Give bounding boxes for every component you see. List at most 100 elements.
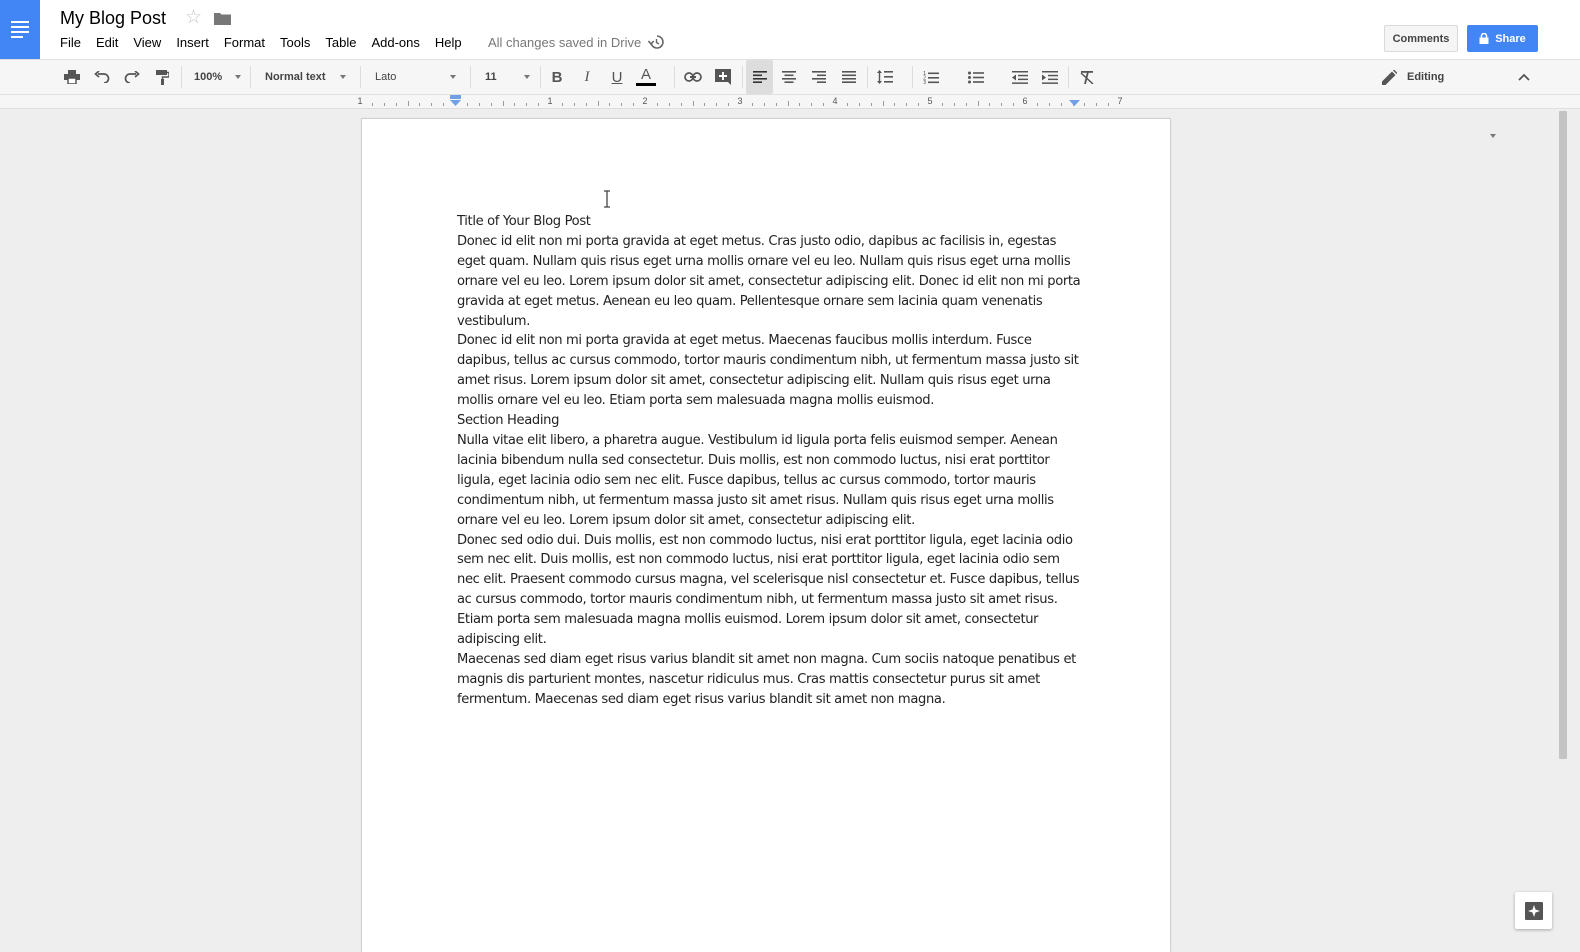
- docs-logo-icon[interactable]: [0, 0, 40, 59]
- paragraph[interactable]: Donec sed odio dui. Duis mollis, est non…: [457, 531, 1082, 650]
- document-body[interactable]: Title of Your Blog Post Donec id elit no…: [457, 212, 1082, 710]
- undo-icon[interactable]: [90, 60, 114, 94]
- explore-button[interactable]: [1515, 892, 1552, 929]
- bulleted-list-icon[interactable]: [964, 60, 988, 94]
- editing-mode-select[interactable]: Editing: [1378, 60, 1498, 94]
- print-icon[interactable]: [60, 60, 84, 94]
- ruler-tick: [656, 103, 658, 106]
- ruler-label: 4: [832, 96, 838, 106]
- underline-icon[interactable]: U: [606, 60, 628, 94]
- align-center-icon[interactable]: [777, 60, 801, 94]
- menu-insert[interactable]: Insert: [176, 34, 209, 52]
- folder-icon[interactable]: [214, 12, 231, 25]
- menu-format[interactable]: Format: [224, 34, 265, 52]
- right-indent-marker[interactable]: [1069, 100, 1080, 107]
- menu-view[interactable]: View: [133, 34, 161, 52]
- font-value: Lato: [375, 71, 397, 83]
- paragraph[interactable]: Donec id elit non mi porta gravida at eg…: [457, 331, 1082, 411]
- ruler-tick: [668, 103, 670, 106]
- line-spacing-icon[interactable]: [874, 60, 896, 94]
- decrease-indent-icon[interactable]: [1008, 60, 1032, 94]
- save-status[interactable]: All changes saved in Drive: [488, 35, 641, 51]
- paint-format-icon[interactable]: [150, 60, 174, 94]
- ruler-track[interactable]: 1 1 2 3 4 5 6 7: [357, 95, 1170, 109]
- ruler-label: 5: [927, 96, 933, 106]
- paragraph[interactable]: Nulla vitae elit libero, a pharetra augu…: [457, 431, 1082, 531]
- text-color-icon[interactable]: A: [633, 60, 659, 94]
- ruler-tick: [419, 103, 421, 106]
- ruler-tick: [585, 103, 587, 106]
- document-page[interactable]: Title of Your Blog Post Donec id elit no…: [361, 118, 1171, 952]
- left-indent-marker[interactable]: [450, 95, 461, 107]
- menu-table[interactable]: Table: [325, 34, 356, 52]
- share-button[interactable]: Share: [1467, 25, 1538, 52]
- ruler-tick: [383, 103, 385, 106]
- scrollbar-thumb[interactable]: [1559, 111, 1567, 759]
- ruler-tick: [573, 103, 575, 106]
- ruler-tick: [953, 103, 955, 106]
- ruler: 1 1 2 3 4 5 6 7: [0, 95, 1580, 109]
- star-icon[interactable]: ☆: [185, 7, 202, 29]
- pencil-icon: [1382, 69, 1397, 85]
- collapse-icon[interactable]: [1513, 60, 1535, 94]
- menu-edit[interactable]: Edit: [96, 34, 118, 52]
- font-select[interactable]: Lato: [375, 60, 460, 94]
- ruler-tick: [704, 103, 706, 106]
- lock-icon: [1479, 33, 1489, 44]
- ruler-tick: [716, 103, 718, 106]
- ruler-tick: [561, 103, 563, 106]
- comments-button[interactable]: Comments: [1384, 25, 1458, 52]
- bold-icon[interactable]: B: [546, 60, 568, 94]
- ruler-tick: [1036, 103, 1038, 106]
- ruler-label: 6: [1022, 96, 1028, 106]
- align-justify-icon[interactable]: [837, 60, 861, 94]
- ruler-tick: [989, 103, 991, 106]
- ruler-tick: [870, 103, 872, 106]
- ruler-tick: [395, 103, 397, 106]
- ruler-tick: [633, 103, 635, 106]
- ruler-tick: [918, 103, 920, 106]
- ruler-tick: [823, 103, 825, 106]
- ruler-tick: [538, 103, 540, 106]
- ruler-tick: [799, 103, 801, 106]
- history-icon[interactable]: [648, 34, 664, 50]
- menu-help[interactable]: Help: [435, 34, 462, 52]
- insert-comment-icon[interactable]: [711, 60, 735, 94]
- ruler-tick: [858, 103, 860, 106]
- menu-tools[interactable]: Tools: [280, 34, 310, 52]
- ruler-label: 1: [547, 96, 553, 106]
- align-right-icon[interactable]: [807, 60, 831, 94]
- align-left-icon[interactable]: [746, 60, 773, 94]
- section-heading[interactable]: Section Heading: [457, 411, 1082, 431]
- style-select[interactable]: Normal text: [265, 60, 350, 94]
- ruler-tick: [728, 103, 730, 106]
- zoom-select[interactable]: 100%: [194, 60, 244, 94]
- ruler-tick: [811, 103, 813, 106]
- ruler-tick: [692, 101, 694, 106]
- document-title[interactable]: My Blog Post: [60, 8, 166, 29]
- increase-indent-icon[interactable]: [1038, 60, 1062, 94]
- paragraph[interactable]: Maecenas sed diam eget risus varius blan…: [457, 650, 1082, 710]
- ruler-tick: [787, 101, 789, 106]
- ruler-tick: [941, 103, 943, 106]
- link-icon[interactable]: [681, 60, 705, 94]
- redo-icon[interactable]: [120, 60, 144, 94]
- clear-formatting-icon[interactable]: [1075, 60, 1099, 94]
- app-header: My Blog Post ☆ File Edit View Insert For…: [0, 0, 1580, 59]
- blog-title[interactable]: Title of Your Blog Post: [457, 212, 1082, 232]
- menu-file[interactable]: File: [60, 34, 81, 52]
- zoom-value: 100%: [194, 71, 223, 83]
- ruler-tick: [490, 103, 492, 106]
- font-size-value: 11: [485, 71, 497, 83]
- menu-addons[interactable]: Add-ons: [371, 34, 419, 52]
- ruler-label: 7: [1117, 96, 1123, 106]
- numbered-list-icon[interactable]: 123: [919, 60, 943, 94]
- font-size-select[interactable]: 11: [485, 60, 533, 94]
- ruler-tick: [1096, 103, 1098, 106]
- ruler-tick: [1048, 103, 1050, 106]
- paragraph[interactable]: Donec id elit non mi porta gravida at eg…: [457, 232, 1082, 332]
- italic-icon[interactable]: I: [576, 60, 598, 94]
- ruler-label: 2: [642, 96, 648, 106]
- style-value: Normal text: [265, 71, 326, 83]
- ruler-tick: [1013, 103, 1015, 106]
